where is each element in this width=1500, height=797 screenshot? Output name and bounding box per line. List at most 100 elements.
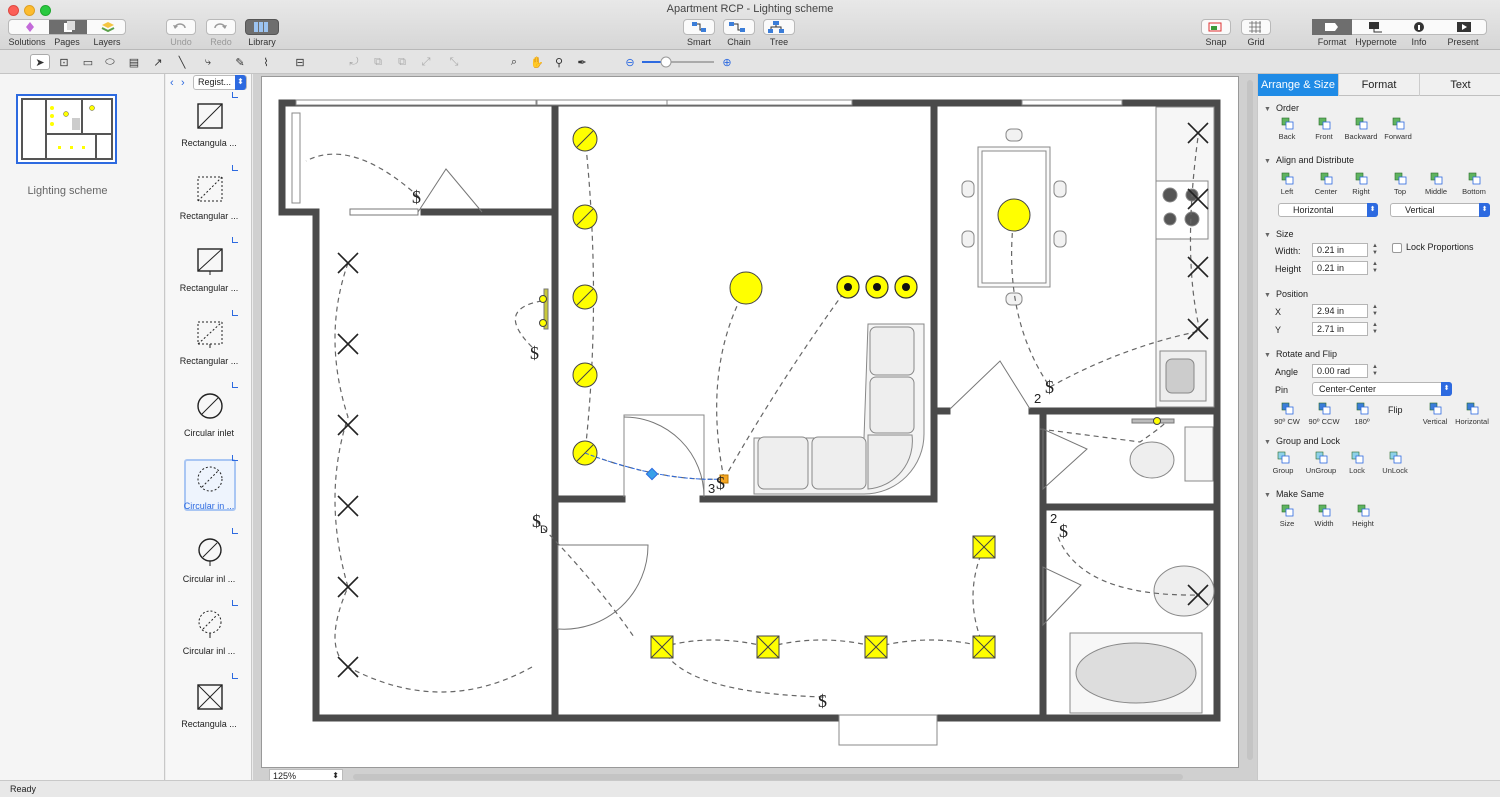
library-back-icon[interactable]: ‹ xyxy=(170,77,174,89)
x-stepper-icon[interactable]: ▲ ▼ xyxy=(1371,304,1379,318)
align-middle-button[interactable]: Middle xyxy=(1416,172,1456,196)
rotate-90-cw-button[interactable]: 90º CW xyxy=(1267,402,1307,426)
pen-tool-icon[interactable]: ✎ xyxy=(230,54,250,70)
connector-tool-2-icon[interactable]: ⧉ xyxy=(368,54,388,70)
make-same-height-icon xyxy=(1357,504,1369,517)
library-forward-icon[interactable]: › xyxy=(181,77,185,89)
align-bottom-button[interactable]: Bottom xyxy=(1454,172,1494,196)
flip-vertical-button[interactable]: Vertical xyxy=(1415,402,1455,426)
pin-select[interactable]: Center-Center ⬍ xyxy=(1312,382,1452,396)
kitchen-fixtures xyxy=(961,106,1215,408)
hand-tool-icon[interactable]: ✋ xyxy=(527,54,547,70)
align-left-button[interactable]: Left xyxy=(1267,172,1307,196)
circular-inlet-dashed-icon xyxy=(197,466,223,492)
svg-text:$: $ xyxy=(818,691,827,711)
order-front-button[interactable]: Front xyxy=(1304,117,1344,141)
group-group-button[interactable]: Group xyxy=(1263,451,1303,475)
zoom-out-icon[interactable]: ⊖ xyxy=(620,54,640,70)
line-tool-icon[interactable]: ╲ xyxy=(172,54,192,70)
ellipse-tool-icon[interactable]: ⬭ xyxy=(100,54,120,70)
tab-text[interactable]: Text xyxy=(1420,74,1500,96)
drawing-canvas[interactable]: $ $ $ $ $ $ $ 3 2 2 D xyxy=(261,76,1239,768)
library-item[interactable]: Rectangular ... xyxy=(166,164,251,241)
library-item[interactable]: Circular inlet xyxy=(166,382,251,458)
vertical-scrollbar[interactable] xyxy=(1247,80,1253,760)
zoom-slider[interactable] xyxy=(642,56,716,68)
library-item-label: Rectangular ... xyxy=(179,283,239,294)
distribute-horizontal-select[interactable]: Horizontal ⬍ xyxy=(1278,203,1378,217)
expand-corner-icon xyxy=(232,382,238,389)
rect-inlet-dashed-pin-icon xyxy=(197,321,223,348)
library-select[interactable]: Regist... ⬍ xyxy=(193,75,247,90)
rect-x-inlet-icon xyxy=(197,684,223,710)
height-field[interactable]: 0.21 in xyxy=(1312,261,1368,275)
switch-labels: $ $ $ $ $ $ $ xyxy=(412,187,1068,711)
library-item[interactable]: Rectangular ... xyxy=(166,237,251,313)
connector-tool-4-icon[interactable]: ⤢ xyxy=(416,54,436,70)
switch-label-2: 2 xyxy=(1034,391,1041,406)
height-stepper-icon[interactable]: ▲ ▼ xyxy=(1371,261,1379,275)
align-center-button[interactable]: Center xyxy=(1306,172,1346,196)
status-text: Ready xyxy=(10,784,37,794)
tab-format[interactable]: Format xyxy=(1339,74,1420,96)
floor-plan: $ $ $ $ $ $ $ 3 2 2 D xyxy=(278,99,1221,746)
canvas-area: $ $ $ $ $ $ $ 3 2 2 D 125% ⬍ xyxy=(253,74,1257,783)
lock-proportions-checkbox[interactable] xyxy=(1392,243,1402,253)
rotate-90-ccw-button[interactable]: 90º CCW xyxy=(1304,402,1344,426)
make-same-height-button[interactable]: Height xyxy=(1343,504,1383,528)
library-item[interactable]: Circular in ... xyxy=(166,455,251,531)
y-stepper-icon[interactable]: ▲ ▼ xyxy=(1371,322,1379,336)
sofa xyxy=(753,323,925,495)
order-forward-button[interactable]: Forward xyxy=(1378,117,1418,141)
page-thumbnail[interactable] xyxy=(16,94,117,164)
group-unlock-button[interactable]: UnLock xyxy=(1375,451,1415,475)
order-backward-button[interactable]: Backward xyxy=(1341,117,1381,141)
library-item[interactable]: Circular inl ... xyxy=(166,600,251,676)
eyedropper-tool-icon[interactable]: ✒ xyxy=(572,54,592,70)
make-same-section-title: Make Same xyxy=(1264,489,1324,499)
rotate-section-title: Rotate and Flip xyxy=(1264,349,1337,359)
connector-tool-3-icon[interactable]: ⧉ xyxy=(392,54,412,70)
align-right-button[interactable]: Right xyxy=(1341,172,1381,196)
arc-tool-icon[interactable]: ⤷ xyxy=(198,54,218,70)
rotate-180-button[interactable]: 180º xyxy=(1342,402,1382,426)
library-item[interactable]: Rectangula ... xyxy=(166,92,251,168)
angle-stepper-icon[interactable]: ▲ ▼ xyxy=(1371,364,1379,378)
rectangle-tool-icon[interactable]: ▭ xyxy=(78,54,98,70)
stamp-tool-icon[interactable]: ⚲ xyxy=(549,54,569,70)
library-item[interactable]: Rectangular ... xyxy=(166,309,251,386)
order-back-button[interactable]: Back xyxy=(1267,117,1307,141)
doors xyxy=(349,168,1088,630)
make-same-width-button[interactable]: Width xyxy=(1304,504,1344,528)
align-top-button[interactable]: Top xyxy=(1380,172,1420,196)
flip-horizontal-button[interactable]: Horizontal xyxy=(1452,402,1492,426)
text-box-tool-icon[interactable]: ⊡ xyxy=(54,54,74,70)
angle-field[interactable]: 0.00 rad xyxy=(1312,364,1368,378)
zoom-tool-icon[interactable]: ⌕ xyxy=(504,54,524,70)
y-field[interactable]: 2.71 in xyxy=(1312,322,1368,336)
group-lock-button[interactable]: Lock xyxy=(1337,451,1377,475)
zoom-in-icon[interactable]: ⊕ xyxy=(717,54,737,70)
rotate-90-ccw-icon xyxy=(1318,402,1330,415)
pointer-tool-icon[interactable]: ➤ xyxy=(30,54,50,70)
group-ungroup-button[interactable]: UnGroup xyxy=(1301,451,1341,475)
freehand-tool-icon[interactable]: ⌇ xyxy=(256,54,276,70)
library-panel: ‹ › Regist... ⬍ Rectangula ... Rectangula… xyxy=(166,74,252,780)
connector-tool-5-icon[interactable]: ⤡ xyxy=(444,54,464,70)
align-section-title: Align and Distribute xyxy=(1264,155,1354,165)
arrow-tool-icon[interactable]: ↗ xyxy=(148,54,168,70)
connector-tool-1-icon[interactable]: ⤾ xyxy=(344,54,364,70)
tab-arrange-size[interactable]: Arrange & Size xyxy=(1258,74,1339,96)
table-tool-icon[interactable]: ▤ xyxy=(124,54,144,70)
x-field[interactable]: 2.94 in xyxy=(1312,304,1368,318)
distribute-vertical-select[interactable]: Vertical ⬍ xyxy=(1390,203,1490,217)
align-middle-icon xyxy=(1430,172,1442,185)
note-tool-icon[interactable]: ⊟ xyxy=(290,54,310,70)
page-name-label: Lighting scheme xyxy=(27,185,108,197)
width-stepper-icon[interactable]: ▲ ▼ xyxy=(1371,243,1379,257)
make-same-size-button[interactable]: Size xyxy=(1267,504,1307,528)
library-item[interactable]: Circular inl ... xyxy=(166,527,251,604)
library-item[interactable]: Rectangula ... xyxy=(166,672,251,749)
svg-text:$: $ xyxy=(1045,377,1054,397)
width-field[interactable]: 0.21 in xyxy=(1312,243,1368,257)
